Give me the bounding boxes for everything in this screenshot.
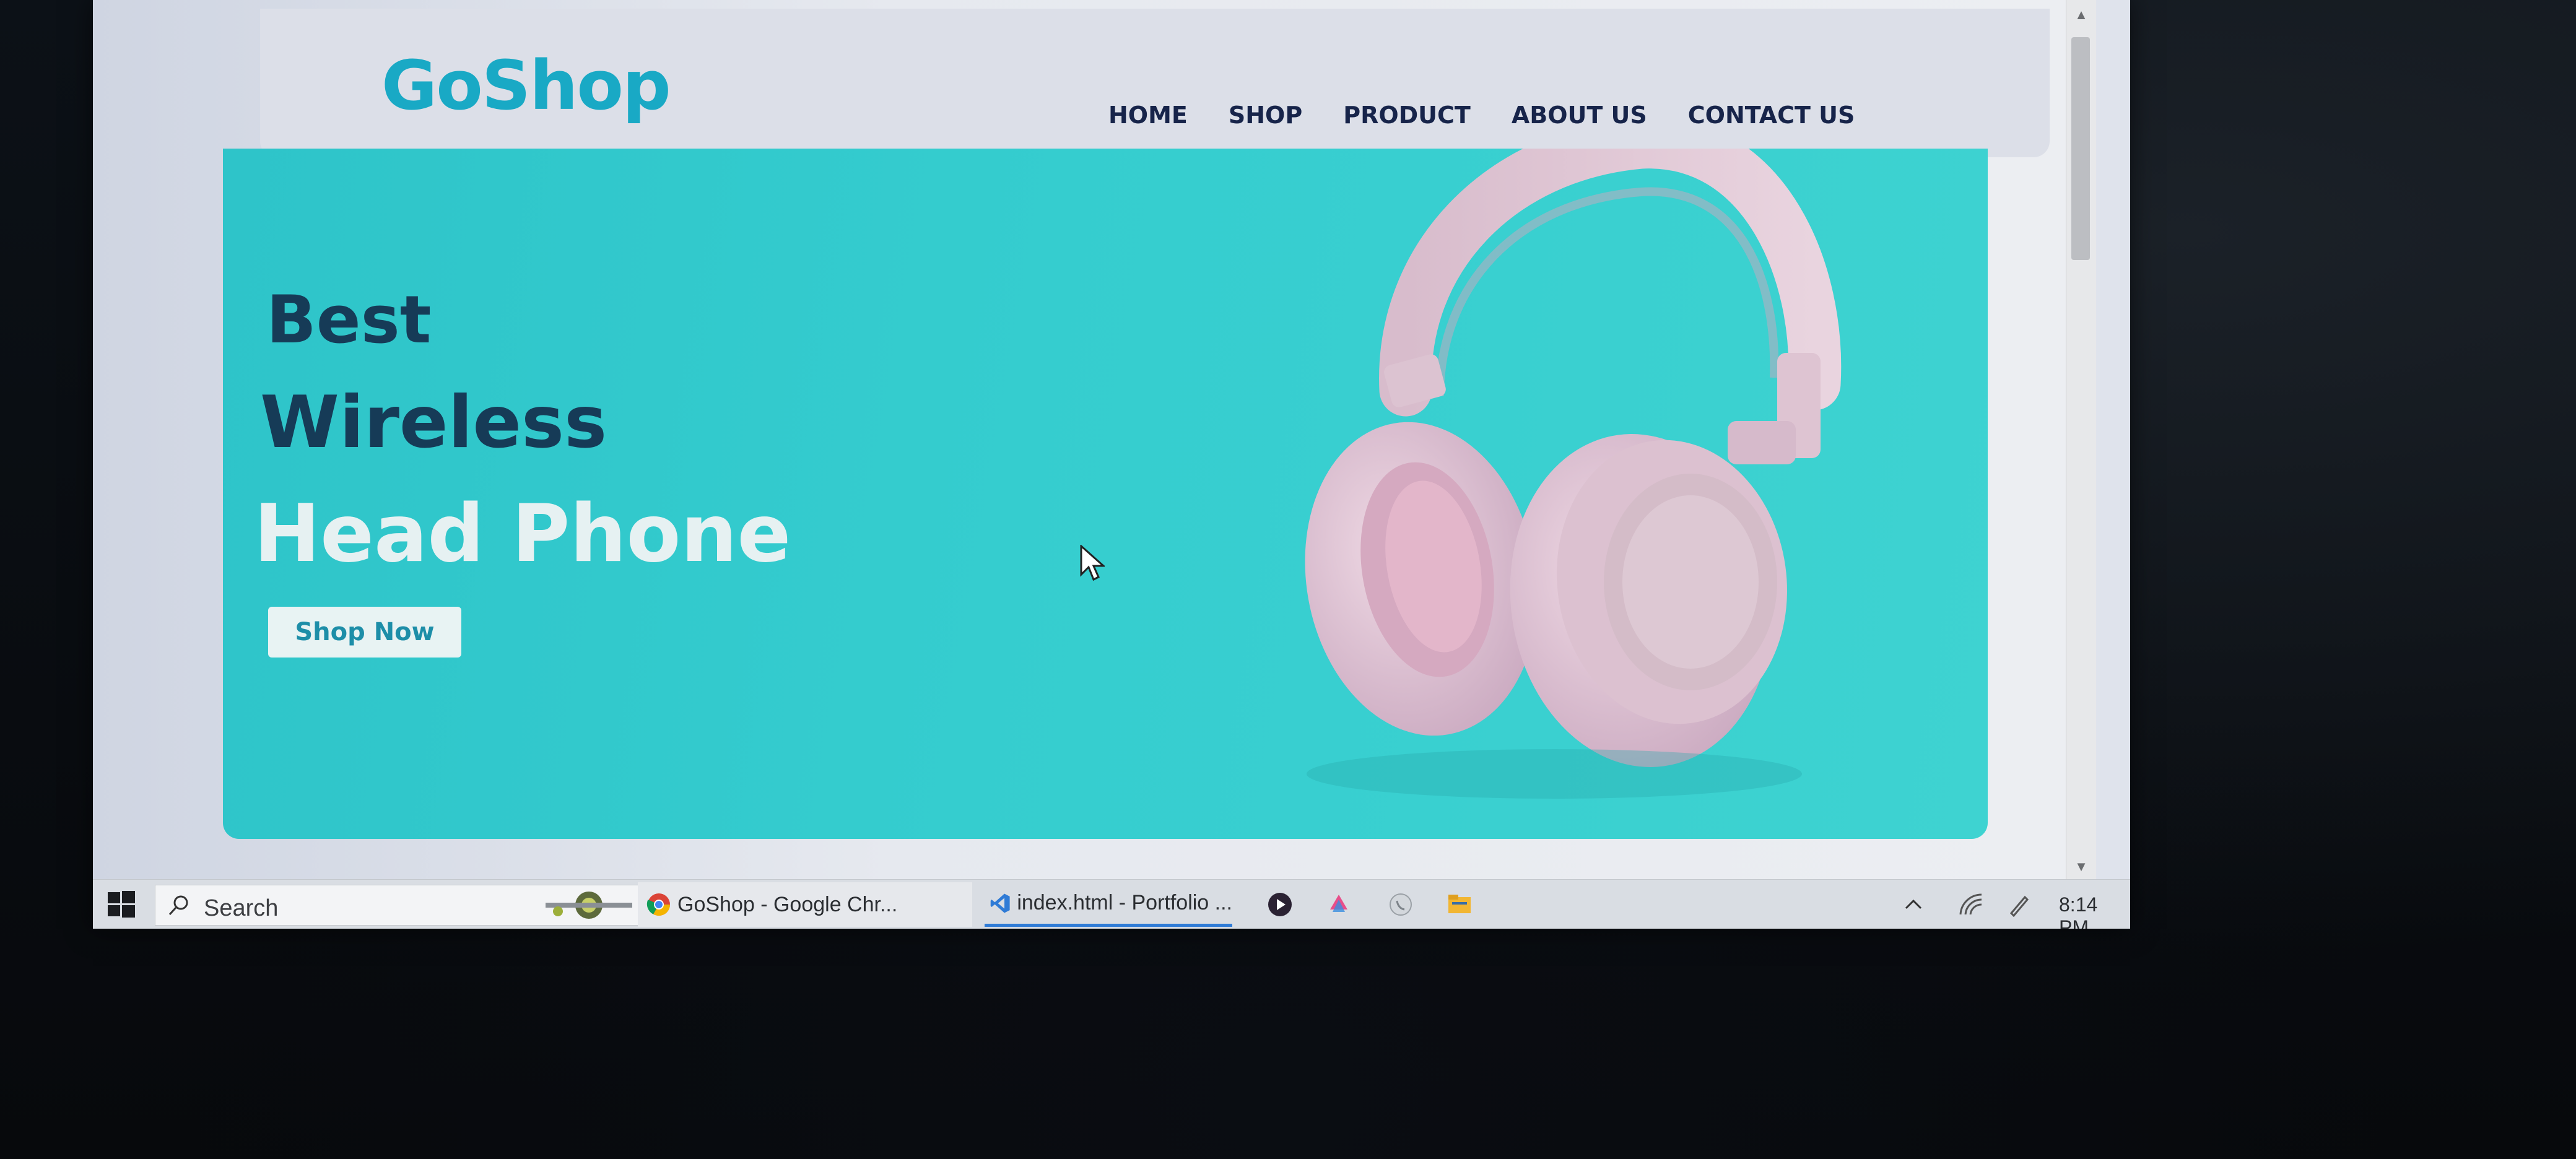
shop-now-button[interactable]: Shop Now xyxy=(268,607,461,658)
hero-title-line-2: Wireless xyxy=(260,381,607,464)
taskbar: Search GoShop - Google Chr... index.html… xyxy=(93,879,2130,929)
hero-title-line-3: Head Phone xyxy=(254,488,791,580)
vertical-scrollbar[interactable]: ▲ ▼ xyxy=(2066,0,2096,879)
nav-product[interactable]: PRODUCT xyxy=(1343,102,1471,129)
windows-start-icon[interactable] xyxy=(108,891,135,918)
wifi-icon[interactable] xyxy=(1957,890,1984,919)
whatsapp-icon[interactable] xyxy=(1387,891,1414,918)
taskbar-app-vscode[interactable]: index.html - Portfolio ... xyxy=(985,882,1232,927)
clock-time[interactable]: 8:14 PM xyxy=(2059,893,2130,929)
site-logo[interactable]: GoShop xyxy=(381,46,671,125)
taskbar-search-box[interactable]: Search xyxy=(155,885,639,926)
scroll-thumb[interactable] xyxy=(2071,37,2090,260)
file-explorer-icon[interactable] xyxy=(1446,891,1473,918)
chevron-up-icon[interactable] xyxy=(1901,890,1926,919)
taskbar-app-chrome[interactable]: GoShop - Google Chr... xyxy=(638,882,972,927)
search-icon xyxy=(168,895,188,916)
headphones-image xyxy=(1305,149,1842,799)
photos-icon[interactable] xyxy=(1325,891,1352,918)
browser-viewport: GoShop HOME SHOP PRODUCT ABOUT US CONTAC… xyxy=(93,0,2087,879)
chrome-icon xyxy=(646,893,670,916)
monitor-screen: GoShop HOME SHOP PRODUCT ABOUT US CONTAC… xyxy=(93,0,2130,929)
nav-shop[interactable]: SHOP xyxy=(1229,102,1302,129)
site-header: GoShop HOME SHOP PRODUCT ABOUT US CONTAC… xyxy=(260,9,2050,157)
hero-title-line-1: Best xyxy=(266,282,432,358)
nav-home[interactable]: HOME xyxy=(1108,102,1188,129)
nav-about-us[interactable]: ABOUT US xyxy=(1512,102,1647,129)
media-player-icon[interactable] xyxy=(1266,891,1294,918)
mouse-cursor-icon xyxy=(1080,545,1105,581)
hero-banner: Best Wireless Head Phone Shop Now xyxy=(223,149,1988,839)
scroll-down-icon[interactable]: ▼ xyxy=(2066,854,2096,879)
taskbar-app-label: index.html - Portfolio ... xyxy=(1017,891,1232,914)
vscode-icon xyxy=(990,893,1010,913)
scroll-up-icon[interactable]: ▲ xyxy=(2066,2,2096,27)
search-highlight-icon xyxy=(546,892,632,919)
taskbar-app-label: GoShop - Google Chr... xyxy=(677,892,898,916)
nav-contact-us[interactable]: CONTACT US xyxy=(1688,102,1855,129)
search-placeholder: Search xyxy=(204,895,279,921)
main-nav: HOME SHOP PRODUCT ABOUT US CONTACT US xyxy=(1108,102,1855,129)
pen-icon[interactable] xyxy=(2006,890,2031,919)
